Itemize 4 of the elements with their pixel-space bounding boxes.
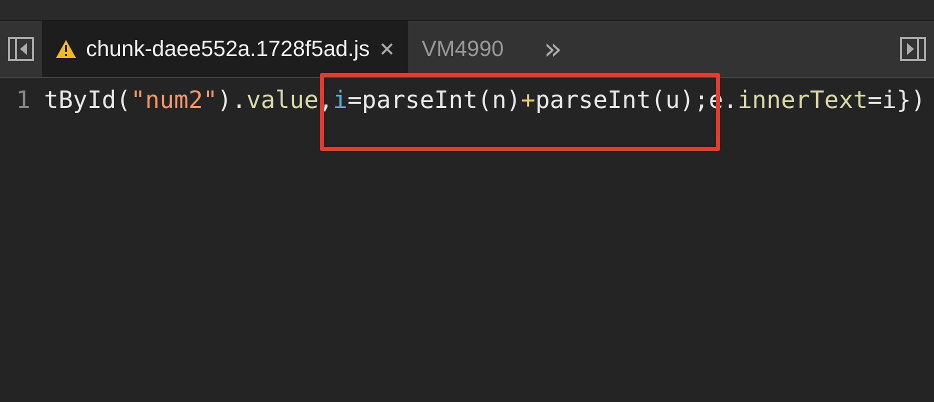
more-tabs-button[interactable]: » <box>538 32 568 66</box>
file-tab[interactable]: chunk-daee552a.1728f5ad.js <box>42 21 408 77</box>
line-number: 1 <box>15 86 32 114</box>
file-tab[interactable]: VM4990 <box>408 21 518 77</box>
